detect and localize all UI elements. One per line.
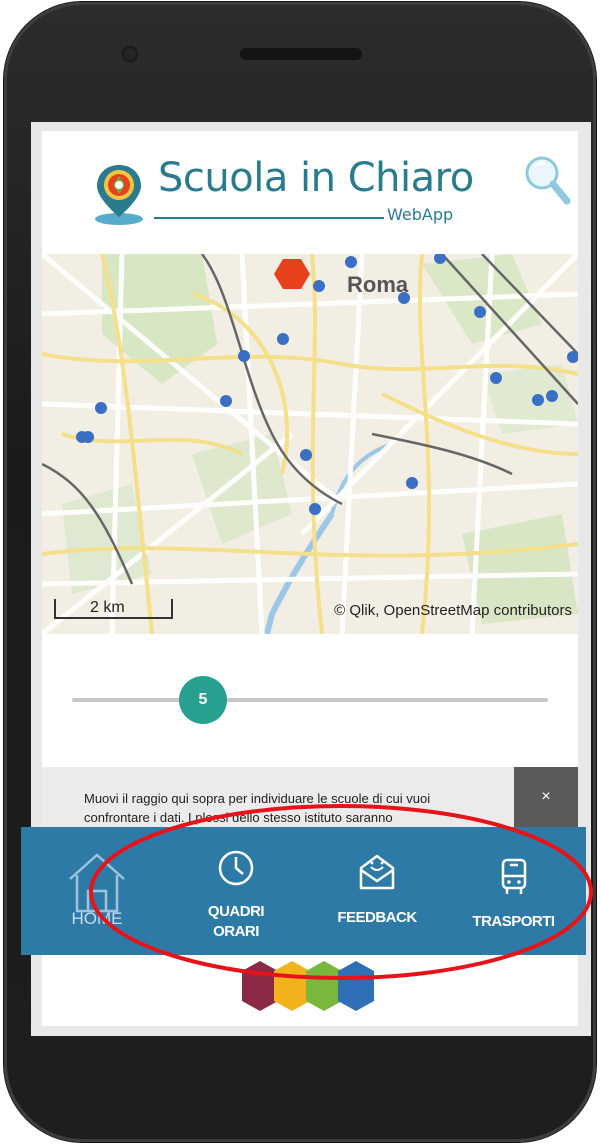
map-attribution: © Qlik, OpenStreetMap contributors <box>334 602 572 619</box>
nav-quadri-label-line1: QUADRI <box>207 903 265 920</box>
nav-trasporti[interactable]: TRASPORTI <box>456 827 571 955</box>
nav-quadri-orari[interactable]: QUADRI ORARI <box>181 827 291 955</box>
map-pin-icon <box>95 165 143 225</box>
clock-icon <box>218 850 254 886</box>
radius-slider: 5 <box>42 634 578 764</box>
search-button[interactable] <box>522 153 572 209</box>
nav-feedback[interactable]: FEEDBACK <box>321 827 433 955</box>
map-city-label: Roma <box>347 272 409 297</box>
slider-thumb[interactable]: 5 <box>179 676 227 724</box>
notice-close-button[interactable]: × <box>514 767 578 827</box>
feedback-envelope-icon <box>359 854 395 890</box>
school-map[interactable]: Roma 2 km © Qlik, OpenStreetMap contribu… <box>42 254 578 634</box>
map-scale-label: 2 km <box>90 599 125 616</box>
nav-quadri-label-line2: ORARI <box>213 923 259 940</box>
earpiece-speaker <box>240 48 362 60</box>
miur-logo <box>242 961 374 1011</box>
notice-text: Muovi il raggio qui sopra per individuar… <box>84 791 431 825</box>
front-camera <box>122 46 138 62</box>
nav-feedback-label: FEEDBACK <box>337 909 417 926</box>
nav-home[interactable]: HOME <box>49 827 145 955</box>
phone-frame: Scuola in Chiaro WebApp Roma 2 km © Qlik… <box>4 2 596 1142</box>
search-icon <box>525 156 571 205</box>
app-subtitle: WebApp <box>387 205 454 224</box>
nav-home-label: HOME <box>71 909 123 928</box>
selected-school-marker[interactable] <box>274 259 310 289</box>
slider-track[interactable] <box>72 698 548 702</box>
nav-trasporti-label: TRASPORTI <box>472 913 555 930</box>
bus-icon <box>501 858 526 894</box>
home-icon <box>69 853 125 913</box>
app-header: Scuola in Chiaro WebApp <box>42 131 578 253</box>
app-title: Scuola in Chiaro <box>158 155 474 201</box>
bottom-navigation: HOME QUADRI ORARI FEEDBACK TRASPORTI <box>21 827 586 955</box>
school-markers <box>76 254 578 515</box>
logo-underline <box>154 217 384 219</box>
